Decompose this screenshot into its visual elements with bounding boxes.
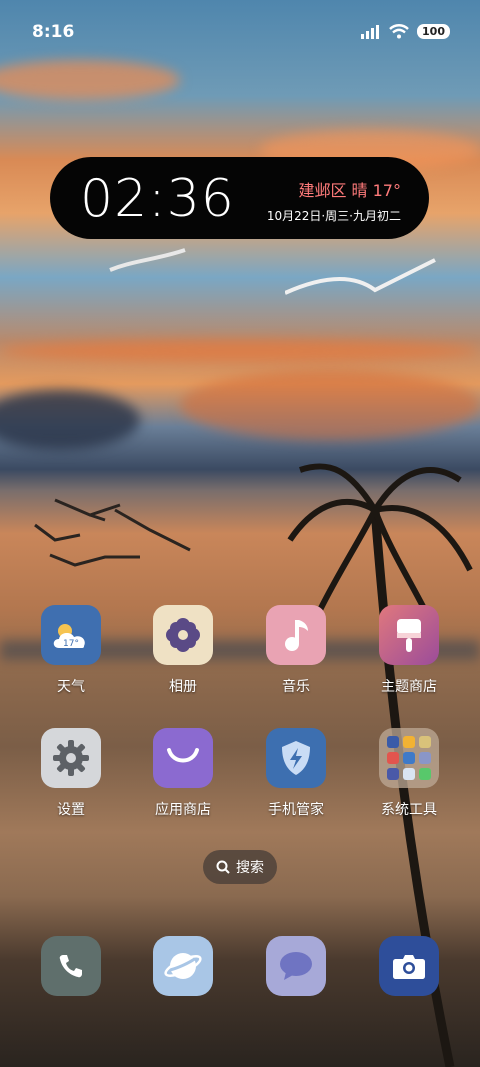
app-label: 音乐 [282,679,310,695]
weather-icon-temp: 17° [63,639,79,649]
app-gallery[interactable]: 相册 [133,605,233,696]
message-bubble-icon [266,936,326,996]
app-label: 天气 [57,679,85,695]
dock-messages[interactable] [266,936,326,996]
birds-silhouette [34,498,191,567]
planet-icon [153,936,213,996]
theme-brush-icon [379,605,439,665]
widget-time: 02:36 [80,169,235,229]
store-bag-icon [153,728,213,788]
app-label: 系统工具 [381,802,437,818]
wifi-icon [389,24,409,39]
battery-indicator: 100 [417,24,450,39]
seagull-silhouette [109,248,186,272]
search-icon [216,860,230,874]
dock-camera[interactable] [379,936,439,996]
folder-preview [387,736,431,780]
app-weather[interactable]: 17° 天气 [21,605,121,696]
folder-icon [379,728,439,788]
status-icons: 100 [361,24,450,39]
music-note-icon [266,605,326,665]
clock-widget[interactable]: 02:36 建邺区 晴 17° 10月22日·周三·九月初二 [50,157,429,239]
app-store[interactable]: 应用商店 [133,728,233,819]
dock-browser[interactable] [153,936,213,996]
app-system-tools-folder[interactable]: 系统工具 [359,728,459,819]
camera-icon [379,936,439,996]
search-button[interactable]: 搜索 [203,850,277,884]
app-label: 相册 [169,679,197,695]
app-music[interactable]: 音乐 [246,605,346,696]
app-theme-store[interactable]: 主题商店 [359,605,459,696]
app-label: 应用商店 [155,802,211,818]
search-label: 搜索 [236,860,264,876]
seagull-silhouette [285,258,436,295]
status-time: 8:16 [32,22,75,42]
gear-icon [41,728,101,788]
dock-phone[interactable] [41,936,101,996]
gallery-flower-icon [153,605,213,665]
wallpaper-cloud [0,60,180,100]
app-label: 设置 [57,802,85,818]
widget-weather: 建邺区 晴 17° [298,181,401,200]
wallpaper-cloud [0,390,140,450]
status-bar: 8:16 100 [0,0,480,60]
shield-bolt-icon [266,728,326,788]
wallpaper-cloud [0,340,480,362]
phone-icon [41,936,101,996]
weather-icon: 17° [41,605,101,665]
app-label: 手机管家 [268,802,324,818]
home-screen: 8:16 100 02:36 建邺区 晴 17° 10月22日·周三·九月初二 … [0,0,480,1067]
app-label: 主题商店 [381,679,437,695]
wallpaper-cloud [180,370,480,440]
signal-icon [361,24,380,39]
app-phone-manager[interactable]: 手机管家 [246,728,346,819]
app-settings[interactable]: 设置 [21,728,121,819]
widget-date: 10月22日·周三·九月初二 [266,209,401,223]
